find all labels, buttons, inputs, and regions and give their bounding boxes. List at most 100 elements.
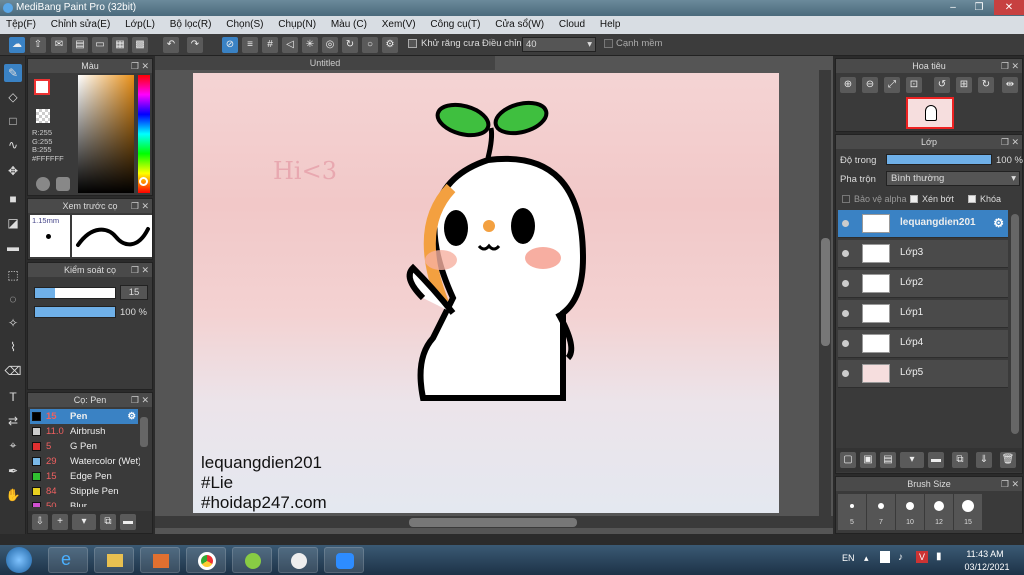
upload-icon[interactable]: ⇧ (30, 37, 46, 53)
snap-parallel-icon[interactable]: ≡ (242, 37, 258, 53)
menu-view[interactable]: Xem(V) (376, 16, 422, 34)
magic-wand-icon[interactable]: ✧ (4, 314, 22, 332)
brush-item-blur[interactable]: 50 Blur (30, 499, 138, 507)
gear-icon[interactable]: ⚙ (127, 409, 136, 424)
eye-icon[interactable] (842, 220, 849, 227)
duplicate-layer-icon[interactable]: ⧉ (952, 452, 968, 468)
brush-size-cell[interactable]: 7 (867, 494, 895, 530)
dot-tool-icon[interactable]: □ (4, 112, 22, 130)
menu-window[interactable]: Cửa sổ(W) (489, 16, 550, 34)
brush-size-input[interactable]: 15 (120, 285, 148, 300)
layer-row[interactable]: lequangdien201 ⚙ (838, 210, 1008, 238)
transparent-color-swatch[interactable] (36, 109, 50, 123)
tile-icon[interactable]: ▩ (132, 37, 148, 53)
cloud-icon[interactable]: ☁ (9, 37, 25, 53)
layers-scrollbar[interactable] (1010, 212, 1020, 438)
snap-radial-icon[interactable]: ✳ (302, 37, 318, 53)
gear-icon[interactable]: ⚙ (993, 216, 1004, 230)
panel-close-icon[interactable]: ❐ ✕ (131, 263, 149, 277)
eye-icon[interactable] (842, 340, 849, 347)
taskbar-explorer-icon[interactable] (94, 547, 134, 573)
panel-close-icon[interactable]: ❐ ✕ (1001, 477, 1019, 491)
speaker-icon[interactable]: ♪ (898, 552, 903, 563)
layer-row[interactable]: Lớp5 (838, 360, 1008, 388)
snap-perspective-icon[interactable]: ◁ (282, 37, 298, 53)
taskbar-media-icon[interactable] (140, 547, 180, 573)
brush-size-slider[interactable] (34, 287, 116, 299)
document-tab[interactable]: Untitled (155, 56, 495, 70)
fit-screen-icon[interactable]: ⤢ (884, 77, 900, 93)
new-8bit-layer-icon[interactable]: ▤ (880, 452, 896, 468)
redo-icon[interactable]: ↷ (187, 37, 203, 53)
layer-row[interactable]: Lớp1 (838, 300, 1008, 328)
saturation-value-picker[interactable] (78, 75, 134, 193)
navigator-thumbnail[interactable] (906, 97, 954, 129)
select-eraser-icon[interactable]: ⌫ (4, 362, 22, 380)
eye-icon[interactable] (842, 370, 849, 377)
select-pen-icon[interactable]: ⌇ (4, 338, 22, 356)
brush-size-cell[interactable]: 15 (954, 494, 982, 530)
eye-icon[interactable] (842, 250, 849, 257)
snap-circle-icon[interactable]: ◎ (322, 37, 338, 53)
menu-color[interactable]: Màu (C) (325, 16, 373, 34)
network-icon[interactable]: ▮ (936, 551, 942, 562)
comment-icon[interactable]: ✉ (51, 37, 67, 53)
protect-alpha-checkbox[interactable] (842, 195, 850, 203)
cloud-download-icon[interactable]: ⇩ (32, 514, 48, 530)
snap-curve-icon[interactable]: ↻ (342, 37, 358, 53)
divide-tool-icon[interactable]: ⇄ (4, 412, 22, 430)
minimize-button[interactable]: – (940, 0, 966, 15)
reset-view-icon[interactable]: ⊞ (956, 77, 972, 93)
close-button[interactable]: ✕ (994, 0, 1024, 15)
grid-icon[interactable]: ▦ (112, 37, 128, 53)
tray-icon[interactable] (880, 551, 890, 563)
menu-cloud[interactable]: Cloud (553, 16, 591, 34)
vertical-scroll-thumb[interactable] (821, 238, 830, 346)
hand-tool-icon[interactable]: ✋ (4, 486, 22, 504)
taskbar-zoom-icon[interactable] (324, 547, 364, 573)
menu-select[interactable]: Chọn(S) (220, 16, 269, 34)
select-tool-icon[interactable]: ⬚ (4, 266, 22, 284)
menu-snap[interactable]: Chụp(N) (272, 16, 322, 34)
taskbar-ie-icon[interactable]: e (48, 547, 88, 573)
merge-layer-icon[interactable]: ⇓ (976, 452, 992, 468)
layer-menu-icon[interactable]: ▾ (900, 452, 924, 468)
snap-ellipse-icon[interactable]: ○ (362, 37, 378, 53)
layer-row[interactable]: Lớp2 (838, 270, 1008, 298)
panel-close-icon[interactable]: ❐ ✕ (131, 59, 149, 73)
layer-row[interactable]: Lớp4 (838, 330, 1008, 358)
snap-off-icon[interactable]: ⊘ (222, 37, 238, 53)
gradient-tool-icon[interactable]: ▬ (4, 238, 22, 256)
taskbar-app-icon[interactable] (232, 547, 272, 573)
start-button[interactable] (6, 547, 32, 573)
brush-item-pen[interactable]: 15 Pen ⚙ (30, 409, 138, 424)
new-layer-icon[interactable]: ▢ (840, 452, 856, 468)
pen-tool-icon[interactable]: ✒ (4, 462, 22, 480)
menu-layer[interactable]: Lớp(L) (119, 16, 161, 34)
drawing-canvas[interactable]: Hi<3 lequangdien201 #Lie #hoidap247.com (193, 73, 779, 513)
brush-menu-icon[interactable]: ▾ (72, 514, 96, 530)
brush-item-stipple-pen[interactable]: 84 Stipple Pen (30, 484, 138, 499)
fill-stroke-icon[interactable]: ∿ (4, 136, 22, 154)
color-wheel-icon[interactable] (36, 177, 50, 191)
eraser-tool-icon[interactable]: ◇ (4, 88, 22, 106)
color-palette-icon[interactable] (56, 177, 70, 191)
bucket-tool-icon[interactable]: ◪ (4, 214, 22, 232)
taskbar-medibang-icon[interactable] (278, 547, 318, 573)
layers-scroll-thumb[interactable] (1011, 214, 1019, 434)
eye-icon[interactable] (842, 280, 849, 287)
zoom-in-icon[interactable]: ⊕ (840, 77, 856, 93)
layer-opacity-slider[interactable] (886, 154, 992, 165)
soft-edge-checkbox[interactable] (604, 39, 613, 48)
add-brush-icon[interactable]: + (52, 514, 68, 530)
trash-icon[interactable]: 🗑 (1000, 452, 1016, 468)
brush-size-cell[interactable]: 10 (896, 494, 924, 530)
clock-time[interactable]: 11:43 AM (960, 549, 1010, 559)
brush-item-airbrush[interactable]: 11.0 Airbrush (30, 424, 138, 439)
horizontal-scroll-thumb[interactable] (409, 518, 577, 527)
snap-settings-icon[interactable]: ⚙ (382, 37, 398, 53)
material-icon[interactable]: ▤ (72, 37, 88, 53)
folder-icon[interactable]: ▬ (120, 514, 136, 530)
panel-close-icon[interactable]: ❐ ✕ (131, 393, 149, 407)
maximize-button[interactable]: ❐ (966, 0, 992, 15)
